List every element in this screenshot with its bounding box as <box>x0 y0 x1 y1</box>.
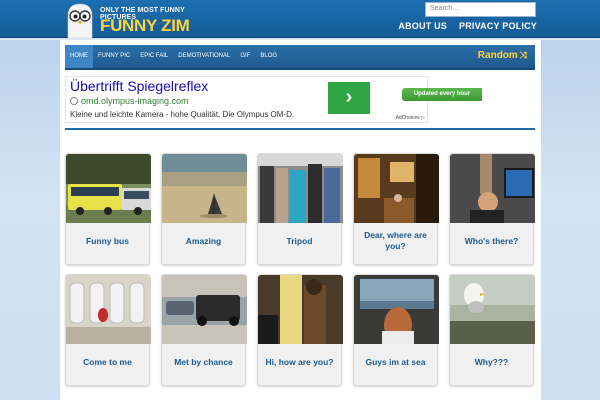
random-button[interactable]: Random ⤨ <box>478 50 527 61</box>
post-card[interactable]: Met by chance <box>161 274 247 386</box>
post-title[interactable]: Why??? <box>452 347 531 377</box>
post-thumbnail[interactable] <box>66 275 151 344</box>
nav-item-home[interactable]: HOME <box>65 45 93 68</box>
search-input[interactable]: Search ... <box>425 2 536 17</box>
ad-url-text: omd.olympus-imaging.com <box>81 96 189 106</box>
post-thumbnail[interactable] <box>66 154 151 223</box>
post-title[interactable]: Met by chance <box>164 347 243 377</box>
post-thumbnail[interactable] <box>450 275 535 344</box>
post-title[interactable]: Funny bus <box>68 226 147 256</box>
ad-description: Kleine und leichte Kamera - hohe Qualitä… <box>70 110 295 119</box>
post-thumbnail[interactable] <box>354 154 439 223</box>
post-thumbnail[interactable] <box>162 275 247 344</box>
random-label: Random <box>477 50 518 61</box>
post-card[interactable]: Why??? <box>449 274 535 386</box>
post-title[interactable]: Dear, where are you? <box>356 226 435 256</box>
post-card[interactable]: Dear, where are you? <box>353 153 439 265</box>
post-thumbnail[interactable] <box>258 275 343 344</box>
post-title[interactable]: Guys im at sea <box>356 347 435 377</box>
ad-banner[interactable]: Übertrifft Spiegelreflex omd.olympus-ima… <box>65 76 428 123</box>
about-us-link[interactable]: ABOUT US <box>398 21 447 31</box>
post-thumbnail[interactable] <box>354 275 439 344</box>
post-card[interactable]: Come to me <box>65 274 151 386</box>
post-thumbnail[interactable] <box>162 154 247 223</box>
site-logo[interactable]: ONLY THE MOST FUNNY PICTURES FUNNY ZIM <box>62 2 202 38</box>
post-card[interactable]: Who's there? <box>449 153 535 265</box>
post-title[interactable]: Hi, how are you? <box>260 347 339 377</box>
post-title[interactable]: Amazing <box>164 226 243 256</box>
nav-item-funny-pic[interactable]: FUNNY PIC <box>93 45 135 68</box>
nav-item-epic-fail[interactable]: EPIC FAIL <box>135 45 173 68</box>
privacy-policy-link[interactable]: PRIVACY POLICY <box>459 21 537 31</box>
post-thumbnail[interactable] <box>258 154 343 223</box>
site-header: ONLY THE MOST FUNNY PICTURES FUNNY ZIM S… <box>0 0 600 38</box>
category-nav: HOME FUNNY PIC EPIC FAIL DEMOTIVATIONAL … <box>65 45 535 70</box>
ad-title[interactable]: Übertrifft Spiegelreflex <box>70 78 208 94</box>
post-title[interactable]: Who's there? <box>452 226 531 256</box>
updated-badge: Updated every hour <box>402 88 482 101</box>
post-title[interactable]: Tripod <box>260 226 339 256</box>
post-card[interactable]: Funny bus <box>65 153 151 265</box>
post-card[interactable]: Amazing <box>161 153 247 265</box>
ad-go-button[interactable]: › <box>328 82 370 114</box>
post-card[interactable]: Guys im at sea <box>353 274 439 386</box>
post-card[interactable]: Hi, how are you? <box>257 274 343 386</box>
site-name: FUNNY ZIM <box>100 16 190 35</box>
ad-url-icon <box>70 97 78 105</box>
post-title[interactable]: Come to me <box>68 347 147 377</box>
ad-url[interactable]: omd.olympus-imaging.com <box>70 96 189 106</box>
owl-mascot-icon <box>67 3 93 38</box>
nav-item-blog[interactable]: BLOG <box>255 45 282 68</box>
top-links: ABOUT US PRIVACY POLICY <box>398 21 537 31</box>
post-card[interactable]: Tripod <box>257 153 343 265</box>
nav-item-gif[interactable]: GIF <box>235 45 255 68</box>
shuffle-icon: ⤨ <box>519 50 527 60</box>
nav-item-demotivational[interactable]: DEMOTIVATIONAL <box>173 45 235 68</box>
section-divider <box>65 128 535 130</box>
post-thumbnail[interactable] <box>450 154 535 223</box>
ad-choices-link[interactable]: AdChoices ▷ <box>396 115 425 121</box>
